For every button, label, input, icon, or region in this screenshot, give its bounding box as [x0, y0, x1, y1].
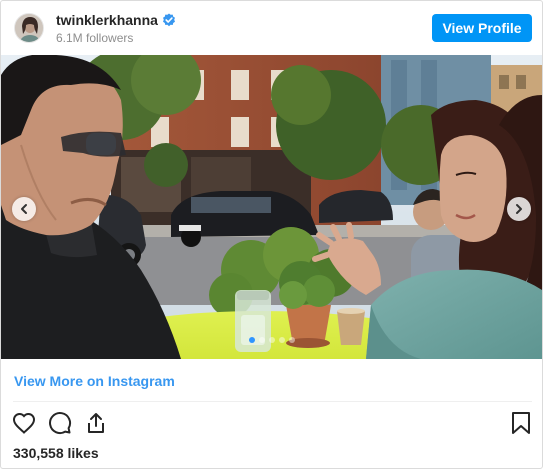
post-image [1, 55, 542, 359]
share-button[interactable] [83, 410, 109, 436]
share-icon [88, 413, 104, 433]
like-count: 330,558 likes [13, 445, 99, 461]
save-button[interactable] [508, 410, 534, 436]
carousel-prev-button[interactable] [12, 197, 36, 221]
follower-count: 6.1M followers [56, 31, 134, 45]
divider [13, 401, 532, 402]
post-photo[interactable] [1, 55, 542, 359]
post-header: twinklerkhanna 6.1M followers View Profi… [1, 1, 542, 55]
heart-icon [12, 412, 36, 434]
carousel-dot [258, 337, 265, 343]
comment-button[interactable] [47, 410, 73, 436]
username[interactable]: twinklerkhanna [56, 12, 176, 28]
view-more-on-instagram-link[interactable]: View More on Instagram [14, 373, 175, 389]
chevron-right-icon [516, 204, 522, 214]
carousel-dot [248, 337, 255, 343]
carousel-dot [278, 337, 285, 343]
carousel-dot [268, 337, 275, 343]
username-text[interactable]: twinklerkhanna [56, 12, 158, 28]
view-profile-button[interactable]: View Profile [432, 14, 532, 42]
comment-icon [49, 412, 72, 435]
carousel-dot [288, 337, 295, 343]
bookmark-icon [512, 412, 530, 434]
verified-badge-icon [162, 13, 175, 27]
like-button[interactable] [11, 410, 37, 436]
chevron-left-icon [21, 204, 27, 214]
action-bar [1, 408, 542, 440]
instagram-embed-card: twinklerkhanna 6.1M followers View Profi… [0, 0, 543, 469]
avatar[interactable] [14, 13, 44, 43]
carousel-indicator [1, 337, 542, 343]
carousel-next-button[interactable] [507, 197, 531, 221]
